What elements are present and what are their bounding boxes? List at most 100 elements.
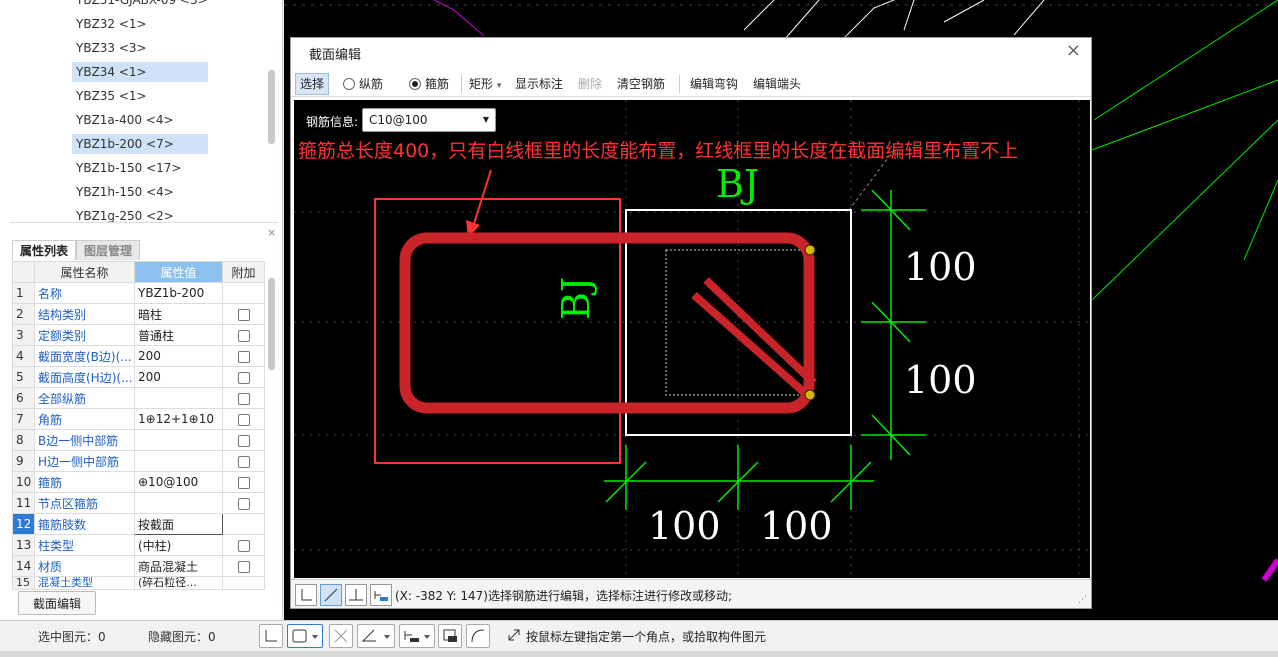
- table-row[interactable]: 13 柱类型 (中柱): [12, 534, 265, 556]
- prop-name: 混凝土类型: [34, 576, 135, 590]
- table-row[interactable]: 3 定额类别 普通柱: [12, 324, 265, 346]
- extra-checkbox[interactable]: [237, 476, 250, 489]
- extra-checkbox[interactable]: [237, 371, 250, 384]
- prop-value[interactable]: YBZ1b-200: [134, 282, 223, 304]
- prop-value[interactable]: 1⊕12+1⊕10: [134, 408, 223, 430]
- tree-item[interactable]: YBZ33 <3>: [72, 38, 208, 58]
- tree-item[interactable]: YBZ1a-400 <4>: [72, 110, 208, 130]
- table-row[interactable]: 2 结构类别 暗柱: [12, 303, 265, 325]
- edit-bend-button[interactable]: 编辑弯钩: [690, 73, 738, 95]
- tree-item[interactable]: YBZ34 <1>: [72, 62, 208, 82]
- table-row[interactable]: 15 混凝土类型 (碎石粒径...: [12, 576, 265, 590]
- tab-property-list[interactable]: 属性列表: [12, 240, 77, 260]
- prop-value[interactable]: [134, 492, 223, 514]
- tree-item[interactable]: YBZ35 <1>: [72, 86, 208, 106]
- resize-grip-icon[interactable]: ⋰: [1078, 595, 1087, 605]
- section-edit-dialog: 截面编辑 × 选择 纵筋 箍筋 矩形 ▾ 显示标注 删除 清空钢筋 编辑弯钩 编…: [290, 37, 1092, 609]
- table-row[interactable]: 12 箍筋肢数 按截面: [12, 513, 265, 535]
- prop-value-editor[interactable]: 按截面: [134, 513, 223, 535]
- close-icon[interactable]: ×: [1066, 40, 1081, 61]
- delete-button[interactable]: 删除: [578, 73, 602, 95]
- dialog-status-bar: (X: -382 Y: 147)选择钢筋进行编辑，选择标注进行修改或移动; ⋰: [291, 579, 1091, 608]
- perpendicular-button[interactable]: [345, 584, 367, 606]
- extra-checkbox[interactable]: [237, 560, 250, 573]
- prop-value[interactable]: [134, 387, 223, 409]
- extra-checkbox[interactable]: [237, 350, 250, 363]
- prop-value[interactable]: [134, 429, 223, 451]
- extra-checkbox[interactable]: [237, 329, 250, 342]
- extra-checkbox[interactable]: [237, 413, 250, 426]
- table-row[interactable]: 1 名称 YBZ1b-200: [12, 282, 265, 304]
- prop-value[interactable]: (碎石粒径...: [134, 576, 223, 590]
- tree-item[interactable]: YBZ32 <1>: [72, 14, 208, 34]
- row-num: 15: [12, 576, 35, 590]
- close-icon[interactable]: ×: [267, 226, 276, 239]
- extra-checkbox[interactable]: [237, 455, 250, 468]
- select-button[interactable]: 选择: [295, 73, 330, 95]
- property-scrollbar[interactable]: [268, 278, 275, 370]
- ortho-button[interactable]: [259, 624, 283, 648]
- table-row[interactable]: 7 角筋 1⊕12+1⊕10: [12, 408, 265, 430]
- prop-value[interactable]: [134, 450, 223, 472]
- extra-checkbox[interactable]: [237, 497, 250, 510]
- select-mode-dropdown[interactable]: [287, 624, 323, 648]
- table-row[interactable]: 8 B边一侧中部筋: [12, 429, 265, 451]
- prop-value[interactable]: ⊕10@100: [134, 471, 223, 493]
- clear-rebar-button[interactable]: 清空钢筋: [617, 73, 665, 95]
- ortho-mode-button[interactable]: [295, 584, 317, 606]
- shape-dropdown[interactable]: 矩形 ▾: [469, 73, 501, 95]
- extra-checkbox[interactable]: [237, 392, 250, 405]
- dialog-toolbar: 选择 纵筋 箍筋 矩形 ▾ 显示标注 删除 清空钢筋 编辑弯钩 编辑端头: [291, 69, 1091, 97]
- tree-item[interactable]: YBZ1g-250 <2>: [72, 206, 208, 222]
- prop-value[interactable]: 200: [134, 366, 223, 388]
- edit-end-button[interactable]: 编辑端头: [753, 73, 801, 95]
- dim-bottom-2[interactable]: 100: [760, 504, 833, 548]
- corner-bar-icon[interactable]: [804, 389, 816, 401]
- tree-item[interactable]: YBZ1b-150 <17>: [72, 158, 208, 178]
- diagonal-icon: [324, 588, 338, 602]
- table-row[interactable]: 6 全部纵筋: [12, 387, 265, 409]
- prop-name: 角筋: [34, 408, 135, 430]
- tab-layer-management[interactable]: 图层管理: [76, 240, 141, 260]
- arc-button[interactable]: [466, 624, 490, 648]
- table-row[interactable]: 14 材质 商品混凝土: [12, 555, 265, 577]
- free-angle-button[interactable]: [320, 584, 342, 606]
- dim-right-1[interactable]: 100: [904, 245, 977, 289]
- header-value: 属性值: [134, 261, 223, 283]
- table-row[interactable]: 9 H边一侧中部筋: [12, 450, 265, 472]
- display-button[interactable]: [438, 624, 462, 648]
- prop-value[interactable]: 暗柱: [134, 303, 223, 325]
- table-row[interactable]: 10 箍筋 ⊕10@100: [12, 471, 265, 493]
- dim-bottom-1[interactable]: 100: [648, 504, 721, 548]
- tree-item[interactable]: YBZ1b-200 <7>: [72, 134, 208, 154]
- section-edit-button[interactable]: 截面编辑: [18, 591, 96, 615]
- extra-checkbox[interactable]: [237, 308, 250, 321]
- stirrup-hook[interactable]: [691, 292, 810, 398]
- tree-item[interactable]: YBZ31-GJABX-09 <3>: [72, 0, 208, 10]
- angle-dropdown[interactable]: [357, 624, 395, 648]
- stirrup-radio[interactable]: 箍筋: [409, 73, 449, 95]
- snap-button[interactable]: [370, 584, 392, 606]
- table-row[interactable]: 5 截面高度(H边)(... 200: [12, 366, 265, 388]
- prop-value[interactable]: (中柱): [134, 534, 223, 556]
- prop-value[interactable]: 普通柱: [134, 324, 223, 346]
- extra-checkbox[interactable]: [237, 434, 250, 447]
- prop-value[interactable]: 200: [134, 345, 223, 367]
- table-row[interactable]: 4 截面宽度(B边)(... 200: [12, 345, 265, 367]
- dim-right-2[interactable]: 100: [904, 358, 977, 402]
- tree-item[interactable]: YBZ1h-150 <4>: [72, 182, 208, 202]
- extra-checkbox[interactable]: [237, 539, 250, 552]
- rebar-info-select[interactable]: C10@100 ▼: [362, 108, 496, 132]
- header-extra: 附加: [222, 261, 265, 283]
- prop-value[interactable]: 商品混凝土: [134, 555, 223, 577]
- tree-scrollbar[interactable]: [268, 70, 275, 144]
- table-row[interactable]: 11 节点区箍筋: [12, 492, 265, 514]
- snap-dropdown[interactable]: [399, 624, 435, 648]
- corner-bar-icon[interactable]: [804, 244, 816, 256]
- show-dims-button[interactable]: 显示标注: [515, 73, 563, 95]
- arc-icon: [471, 629, 485, 643]
- section-canvas[interactable]: 钢筋信息: C10@100 ▼ 箍筋总长度400，只有白线框里的长度能布置，红线…: [294, 100, 1090, 578]
- stirrup-hook[interactable]: [703, 277, 817, 386]
- longitudinal-radio[interactable]: 纵筋: [343, 73, 383, 95]
- cross-button[interactable]: [329, 624, 353, 648]
